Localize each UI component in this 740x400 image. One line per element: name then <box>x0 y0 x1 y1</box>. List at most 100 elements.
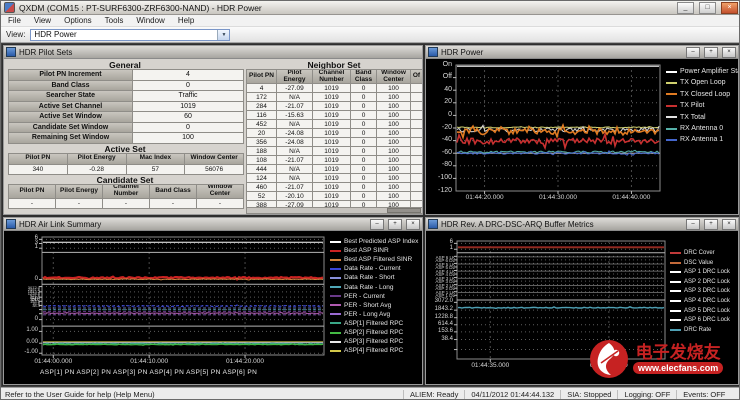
x-axis-label: 01:44:30.000 <box>528 194 588 201</box>
title-bar[interactable]: QXDM (COM15 : PT-SURF6300-ZRF6300-NAND) … <box>1 1 740 15</box>
legend-swatch <box>330 259 341 261</box>
x-axis-label: 01:44:20.000 <box>215 358 275 365</box>
legend-label: ASP 2 DRC Lock <box>684 279 730 285</box>
watermark-brand: 电子发烧友 <box>636 344 721 361</box>
legend-swatch <box>670 319 681 321</box>
scrollbar-thumb[interactable] <box>387 208 421 213</box>
airlink-close-button[interactable]: × <box>406 219 420 230</box>
legend-data-rate-long: Data Rate - Long <box>330 284 394 291</box>
watermark-url: www.elecfans.com <box>633 362 723 375</box>
menu-bar: File View Options Tools Window Help <box>1 15 740 27</box>
airlink-window: HDR Air Link Summary – + × ASP[1] PN ASP… <box>3 217 423 385</box>
view-combobox-value: HDR Power <box>34 30 76 39</box>
series-per-short-avg <box>43 313 323 314</box>
elecfans-logo-icon <box>589 339 629 379</box>
drc-minimize-button[interactable]: – <box>686 219 700 230</box>
status-events: Events: OFF <box>676 390 731 400</box>
airlink-chart: ASP[1] PN ASP[2] PN ASP[3] PN ASP[4] PN … <box>4 231 422 384</box>
column-header: Pilot Energy <box>276 69 313 84</box>
power-maximize-button[interactable]: + <box>704 47 718 58</box>
pilot-sets-titlebar[interactable]: HDR Pilot Sets <box>4 46 422 59</box>
field-label: Remaining Set Window <box>8 132 133 144</box>
legend-asp-3-drc-lock: ASP 3 DRC Lock <box>670 288 730 294</box>
maximize-button[interactable]: □ <box>699 2 716 14</box>
y-axis-label: -1.00 <box>12 349 38 355</box>
series-drc-rate <box>458 307 664 309</box>
legend-swatch <box>330 268 341 270</box>
legend-swatch <box>330 332 341 334</box>
pilot-left-column: General Pilot PN Increment4Band Class0Se… <box>8 60 242 209</box>
y-axis-label: 38.4 <box>426 336 453 342</box>
menu-help[interactable]: Help <box>178 16 194 25</box>
neighbor-horizontal-scrollbar[interactable] <box>246 207 422 214</box>
legend-label: PER - Current <box>344 293 385 300</box>
y-axis-label: 20 <box>426 98 452 105</box>
x-axis-label: 01:44:35.000 <box>460 362 520 369</box>
y-axis-label: 0 <box>426 111 452 118</box>
drc-close-button[interactable]: × <box>722 219 736 230</box>
legend-swatch <box>666 116 677 118</box>
y-axis-label: 3072.0 <box>426 298 453 304</box>
pilot-sets-window: HDR Pilot Sets General Pilot PN Incremen… <box>3 45 423 215</box>
pilot-sets-title: HDR Pilot Sets <box>19 48 420 57</box>
column-header: Pilot Energy <box>55 184 103 199</box>
elecfans-watermark: 电子发烧友 www.elecfans.com <box>589 327 740 391</box>
menu-view[interactable]: View <box>34 16 51 25</box>
legend-swatch <box>670 262 681 264</box>
status-logging: Logging: OFF <box>617 390 676 400</box>
view-label: View: <box>6 30 25 39</box>
y-axis-label: -100 <box>426 174 452 181</box>
legend-swatch <box>330 295 341 297</box>
close-button[interactable]: × <box>721 2 738 14</box>
legend-label: ASP[1] Filtered RPC <box>344 320 403 327</box>
y-axis-label: -60 <box>426 149 452 156</box>
legend-swatch <box>330 250 341 252</box>
legend-rx-antenna-1: RX Antenna 1 <box>666 136 723 143</box>
menu-window[interactable]: Window <box>136 16 164 25</box>
active-set-table: Pilot PNPilot EnergyMac IndexWindow Cent… <box>8 154 242 175</box>
legend-asp-5-drc-lock: ASP 5 DRC Lock <box>670 308 730 314</box>
airlink-titlebar[interactable]: HDR Air Link Summary – + × <box>4 218 422 231</box>
legend-label: ASP 5 DRC Lock <box>684 308 730 314</box>
drc-titlebar[interactable]: HDR Rev. A DRC-DSC-ARQ Buffer Metrics – … <box>426 218 738 231</box>
legend-label: Power Amplifier State <box>680 68 738 75</box>
menu-file[interactable]: File <box>8 16 21 25</box>
legend-label: TX Pilot <box>680 102 705 109</box>
menu-tools[interactable]: Tools <box>105 16 124 25</box>
chevron-down-icon[interactable]: ▼ <box>217 30 229 40</box>
x-axis-label: 01:44:10.000 <box>119 358 179 365</box>
status-panes: ALIEM: Ready04/11/2012 01:44:44.132SIA: … <box>403 390 731 400</box>
table-cell: 57 <box>126 164 186 175</box>
legend-swatch <box>666 128 677 130</box>
status-connection: ALIEM: Ready <box>403 390 464 400</box>
general-table: Pilot PN Increment4Band Class0Searcher S… <box>8 70 242 144</box>
table-cell: - <box>149 198 197 209</box>
candidate-set-table: Pilot PNPilot EnergyChannel NumberBand C… <box>8 185 242 209</box>
legend-swatch <box>666 93 677 95</box>
legend-dsc-value: DSC Value <box>670 260 713 266</box>
column-header: Channel Number <box>312 69 351 84</box>
legend-asp-3-filtered-rpc: ASP[3] Filtered RPC <box>330 338 403 345</box>
drc-maximize-button[interactable]: + <box>704 219 718 230</box>
power-minimize-button[interactable]: – <box>686 47 700 58</box>
asp-pn-axis-row: ASP[1] PN ASP[2] PN ASP[3] PN ASP[4] PN … <box>40 369 340 381</box>
column-header: Band Class <box>350 69 377 84</box>
minimize-button[interactable]: _ <box>677 2 694 14</box>
menu-options[interactable]: Options <box>64 16 92 25</box>
pilot-sets-window-icon <box>6 47 16 57</box>
window-title: QXDM (COM15 : PT-SURF6300-ZRF6300-NAND) … <box>19 3 672 13</box>
column-header: Of <box>410 69 422 84</box>
legend-best-asp-sinr: Best ASP SINR <box>330 247 389 254</box>
legend-label: Data Rate - Short <box>344 274 395 281</box>
power-close-button[interactable]: × <box>722 47 736 58</box>
legend-swatch <box>666 105 677 107</box>
power-titlebar[interactable]: HDR Power – + × <box>426 46 738 59</box>
legend-best-predicted-asp-index: Best Predicted ASP Index <box>330 238 418 245</box>
airlink-maximize-button[interactable]: + <box>388 219 402 230</box>
y-axis-label: 1 <box>12 244 38 250</box>
airlink-minimize-button[interactable]: – <box>370 219 384 230</box>
column-header: Channel Number <box>102 184 150 199</box>
view-combobox[interactable]: HDR Power ▼ <box>30 29 230 41</box>
table-cell: 56076 <box>184 164 244 175</box>
x-axis-label: 01:44:00.000 <box>23 358 83 365</box>
